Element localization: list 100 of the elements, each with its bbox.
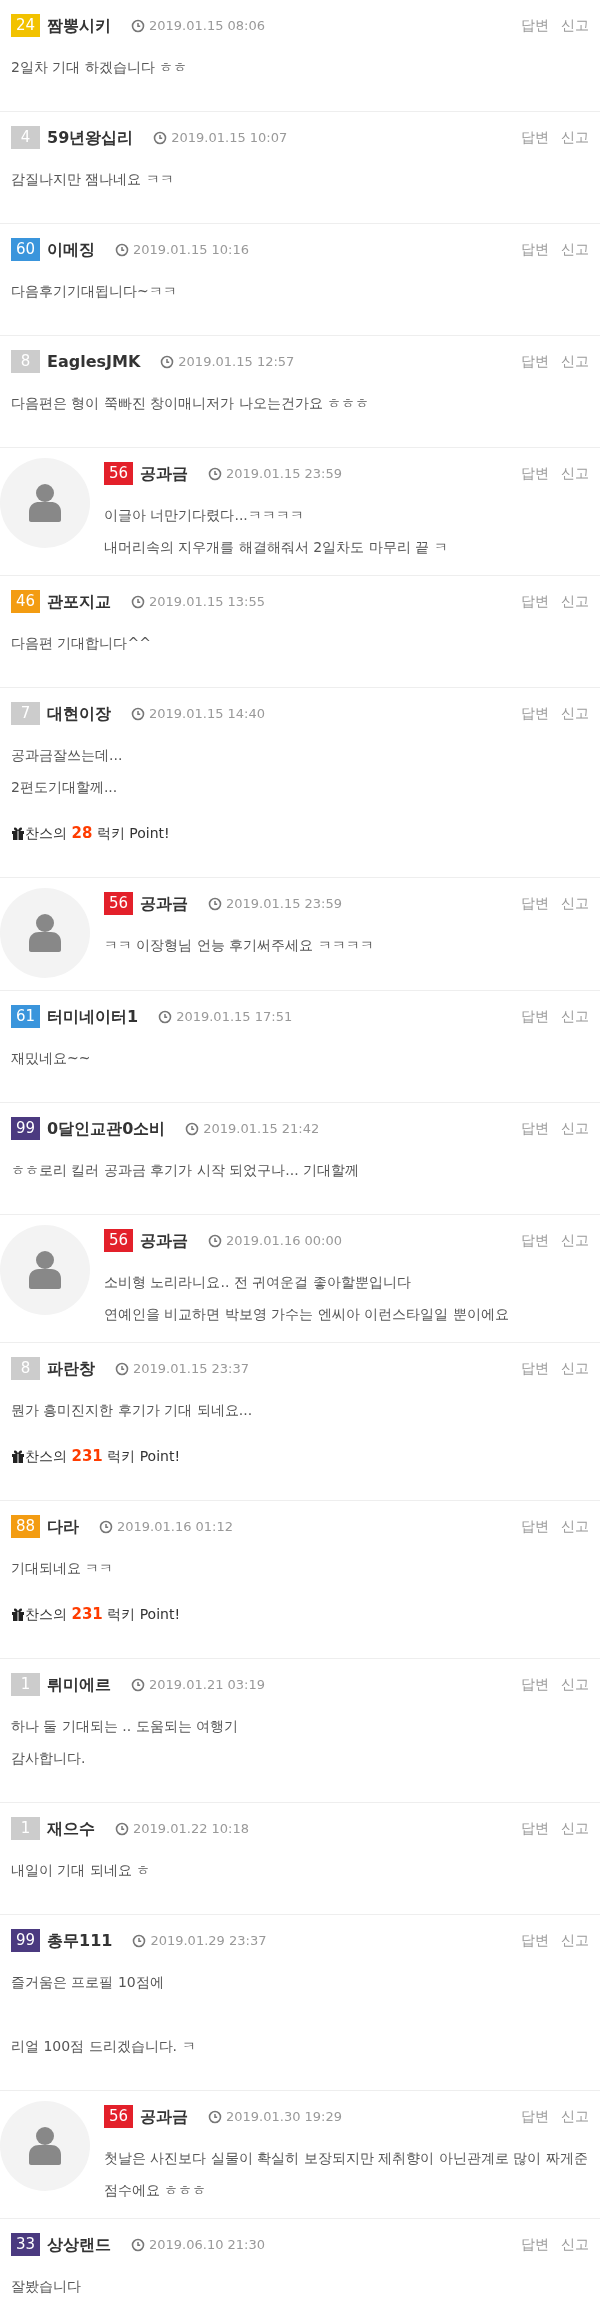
clock-icon (115, 1821, 129, 1836)
username[interactable]: 59년왕십리 (47, 125, 134, 150)
timestamp: 2019.01.15 12:57 (178, 352, 295, 371)
comment-text: ㅋㅋ 이장형님 언능 후기써주세요 ㅋㅋㅋㅋ (104, 936, 375, 955)
comment-text: 공과금잘쓰는데... (11, 746, 124, 765)
report-button[interactable]: 신고 (561, 1516, 589, 1537)
reply-button[interactable]: 답변 (521, 893, 549, 914)
username[interactable]: 짬뽕시키 (47, 13, 111, 38)
reply-button[interactable]: 답변 (521, 15, 549, 36)
timestamp: 2019.01.15 23:37 (133, 1359, 250, 1378)
username[interactable]: EaglesJMK (47, 349, 141, 374)
reply-button[interactable]: 답변 (521, 1930, 549, 1951)
clock-icon (208, 466, 222, 481)
reply-button[interactable]: 답변 (521, 239, 549, 260)
level-badge: 88 (11, 1515, 40, 1538)
report-button[interactable]: 신고 (561, 127, 589, 148)
timestamp: 2019.01.15 23:59 (226, 464, 343, 483)
comment-text: 첫날은 사진보다 실물이 확실히 보장되지만 제취향이 아닌관계로 많이 짜게준 점수에요 ㅎㅎㅎ (104, 2149, 589, 2200)
timestamp: 2019.01.16 00:00 (226, 1231, 343, 1250)
username[interactable]: 다라 (47, 1514, 79, 1539)
username[interactable]: 이메징 (47, 237, 95, 262)
report-button[interactable]: 신고 (561, 1006, 589, 1027)
username[interactable]: 상상랜드 (47, 2232, 111, 2257)
level-badge: 56 (104, 1229, 133, 1252)
timestamp: 2019.01.15 14:40 (149, 704, 266, 723)
comment-text: 소비형 노리라니요.. 전 귀여운걸 좋아할뿐입니다 (104, 1273, 412, 1292)
comment-text: 내머리속의 지우개를 해결해줘서 2일차도 마무리 끝 ㅋ (104, 538, 449, 557)
reply-button[interactable]: 답변 (521, 127, 549, 148)
reply-button[interactable]: 답변 (521, 1230, 549, 1251)
comment-text: 즐거움은 프로필 10점에 (11, 1973, 165, 1992)
report-button[interactable]: 신고 (561, 703, 589, 724)
level-badge: 24 (11, 14, 40, 37)
reply-button[interactable]: 답변 (521, 703, 549, 724)
timestamp: 2019.01.15 13:55 (149, 592, 266, 611)
reply-button[interactable]: 답변 (521, 591, 549, 612)
username[interactable]: 터미네이터1 (47, 1004, 139, 1029)
comment-text: 감사합니다. (11, 1749, 87, 1768)
clock-icon (208, 1233, 222, 1248)
clock-icon (208, 896, 222, 911)
level-badge: 61 (11, 1005, 40, 1028)
report-button[interactable]: 신고 (561, 2106, 589, 2127)
gift-icon (11, 826, 25, 840)
reply-button[interactable]: 답변 (521, 1818, 549, 1839)
reply-button[interactable]: 답변 (521, 1516, 549, 1537)
report-button[interactable]: 신고 (561, 463, 589, 484)
username[interactable]: 뤼미에르 (47, 1672, 111, 1697)
report-button[interactable]: 신고 (561, 1230, 589, 1251)
level-badge: 33 (11, 2233, 40, 2256)
report-button[interactable]: 신고 (561, 351, 589, 372)
comment-text: 다음편은 형이 쭉빠진 창이매니저가 나오는건가요 ㅎㅎㅎ (11, 394, 371, 413)
report-button[interactable]: 신고 (561, 2234, 589, 2255)
person-icon (29, 1251, 61, 1289)
reply-button[interactable]: 답변 (521, 1674, 549, 1695)
clock-icon (185, 1121, 200, 1136)
username[interactable]: 0달인교관0소비 (47, 1116, 166, 1141)
lucky-point-text: 찬스의 28 럭키 Point! (25, 823, 170, 844)
username[interactable]: 재으수 (47, 1816, 95, 1841)
report-button[interactable]: 신고 (561, 15, 589, 36)
lucky-point-text: 찬스의 231 럭키 Point! (25, 1604, 181, 1625)
lucky-point-text: 찬스의 231 럭키 Point! (25, 1446, 181, 1467)
comment-text: 연예인을 비교하면 박보영 가수는 엔씨아 이런스타일일 뿐이에요 (104, 1305, 510, 1324)
username[interactable]: 관포지교 (47, 589, 111, 614)
username[interactable]: 공과금 (140, 2104, 188, 2129)
timestamp: 2019.01.30 19:29 (226, 2107, 343, 2126)
person-icon (29, 914, 61, 952)
person-icon (29, 2127, 61, 2165)
reply-button[interactable]: 답변 (521, 1358, 549, 1379)
reply-button[interactable]: 답변 (521, 2234, 549, 2255)
report-button[interactable]: 신고 (561, 1118, 589, 1139)
username[interactable]: 공과금 (140, 891, 188, 916)
level-badge: 56 (104, 2105, 133, 2128)
comment-text: 기대되네요 ㅋㅋ (11, 1559, 115, 1578)
reply-button[interactable]: 답변 (521, 2106, 549, 2127)
report-button[interactable]: 신고 (561, 591, 589, 612)
timestamp: 2019.06.10 21:30 (149, 2235, 266, 2254)
comment-text: 다음후기기대됩니다~ㅋㅋ (11, 282, 178, 301)
timestamp: 2019.01.15 21:42 (203, 1119, 320, 1138)
report-button[interactable]: 신고 (561, 239, 589, 260)
report-button[interactable]: 신고 (561, 893, 589, 914)
username[interactable]: 총무111 (47, 1928, 113, 1953)
comment-text: 재밌네요~~ (11, 1049, 92, 1068)
username[interactable]: 대현이장 (47, 701, 111, 726)
report-button[interactable]: 신고 (561, 1930, 589, 1951)
clock-icon (208, 2109, 222, 2124)
username[interactable]: 공과금 (140, 1228, 188, 1253)
report-button[interactable]: 신고 (561, 1674, 589, 1695)
reply-button[interactable]: 답변 (521, 351, 549, 372)
reply-button[interactable]: 답변 (521, 463, 549, 484)
comment-text: 내일이 기대 되네요 ㅎ (11, 1861, 152, 1880)
clock-icon (99, 1519, 113, 1534)
username[interactable]: 파란창 (47, 1356, 95, 1381)
level-badge: 56 (104, 892, 133, 915)
report-button[interactable]: 신고 (561, 1358, 589, 1379)
reply-button[interactable]: 답변 (521, 1006, 549, 1027)
username[interactable]: 공과금 (140, 461, 188, 486)
comment-text: 다음편 기대합니다^^ (11, 634, 152, 653)
reply-button[interactable]: 답변 (521, 1118, 549, 1139)
timestamp: 2019.01.29 23:37 (150, 1931, 267, 1950)
report-button[interactable]: 신고 (561, 1818, 589, 1839)
level-badge: 46 (11, 590, 40, 613)
